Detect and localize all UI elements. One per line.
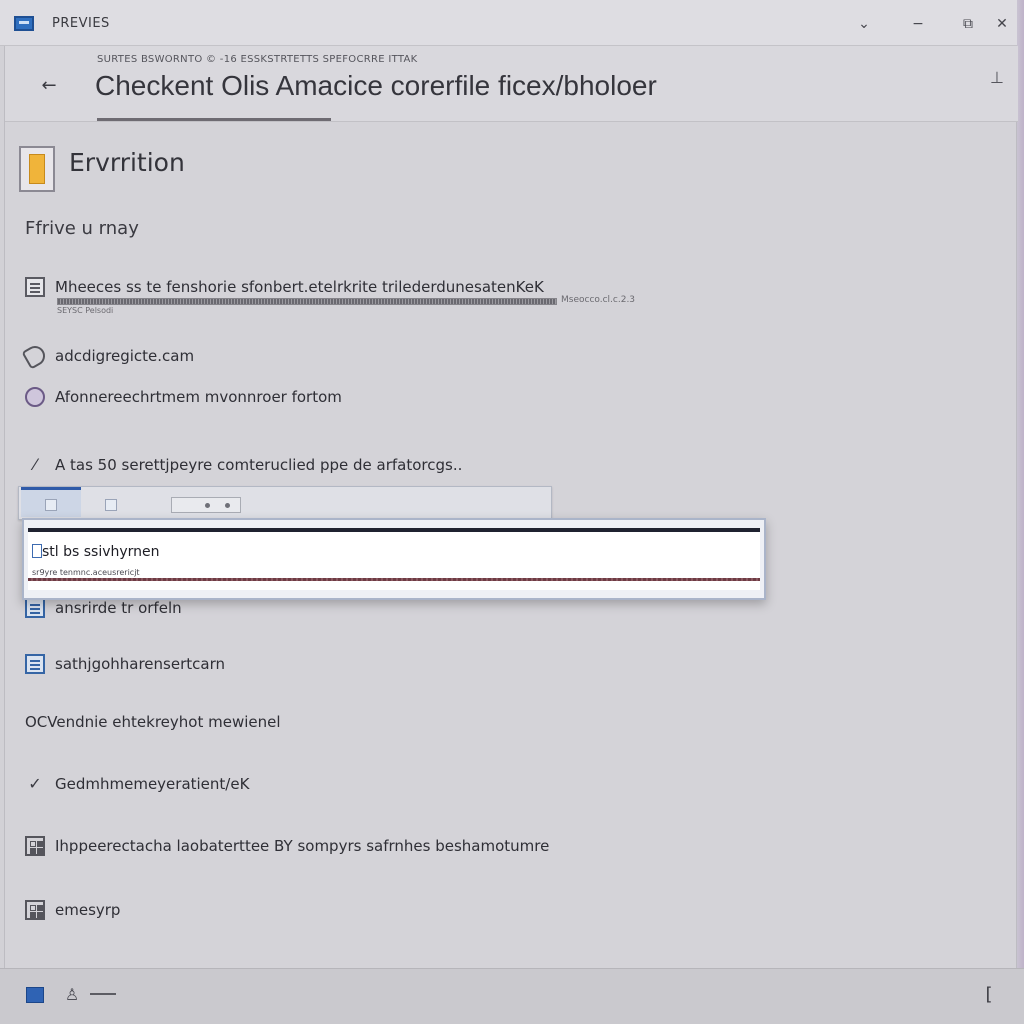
progress-bar (57, 298, 557, 305)
grid-icon (25, 836, 45, 856)
toolbar-square-icon[interactable] (105, 499, 117, 511)
restore-button[interactable]: ⧉ (956, 12, 980, 36)
list-item-email[interactable]: adcdigregicte.cam (21, 342, 195, 370)
list-item-label: Afonnereechrtmem mvonnroer fortom (55, 388, 342, 406)
list-item-label: adcdigregicte.cam (55, 347, 195, 365)
title-bar: PREVIES ⌄ − ⧉ ✕ (0, 0, 1024, 46)
toolbar-square-icon[interactable] (45, 499, 57, 511)
list-item-c[interactable]: OCVendnie ehtekreyhot mewienel (25, 708, 281, 736)
list-item-b[interactable]: sathjgohharensertcarn (25, 650, 225, 678)
list-item-file[interactable]: Mheeces ss te fenshorie sfonbert.etelrkr… (25, 273, 544, 301)
list-item-label: ansrirde tr orfeln (55, 599, 182, 617)
search-input-value: stl bs ssivhyrnen (42, 544, 160, 560)
section-title: Ervrrition (69, 148, 185, 177)
bracket-icon[interactable]: [ (982, 983, 996, 1007)
search-underline (28, 578, 760, 581)
minimize-button[interactable]: − (906, 12, 930, 36)
floating-toolbar (18, 486, 552, 520)
tag-icon (21, 342, 49, 370)
toolbar-dot-icon[interactable] (205, 503, 210, 508)
connector-icon[interactable] (90, 993, 116, 997)
title-underline (97, 118, 331, 121)
toolbar-dot-icon[interactable] (225, 503, 230, 508)
status-bar: ♙ [ (0, 968, 1024, 1024)
circle-icon (25, 387, 45, 407)
section-subhead: Ffrive u rnay (25, 218, 139, 239)
document-icon (25, 598, 45, 618)
search-input[interactable]: stl bs ssivhyrnen sr9yre tenmnc.aceusrer… (28, 528, 760, 590)
list-item-account[interactable]: Afonnereechrtmem mvonnroer fortom (25, 383, 342, 411)
page-header: ← SURTES BSWORNTO © -16 ESSKSTRTETTS SPE… (5, 46, 1018, 122)
progress-size: Mseocco.cl.c.2.3 (561, 295, 636, 305)
dropdown-chevron-icon[interactable]: ⌄ (852, 12, 876, 36)
list-item-label: OCVendnie ehtekreyhot mewienel (25, 713, 281, 731)
pin-icon[interactable]: ⊥ (987, 68, 1007, 90)
list-item-note[interactable]: ⁄ A tas 50 serettjpeyre comteruclied ppe… (25, 451, 463, 479)
back-arrow-icon[interactable]: ← (35, 72, 63, 100)
check-icon: ✓ (28, 774, 42, 793)
progress-meta: SEYSC Pelsodi (57, 306, 114, 315)
page-title: Checkent Olis Amacice corerfile ficex/bh… (95, 70, 657, 101)
check-icon: ⁄ (33, 455, 37, 474)
user-icon[interactable]: ♙ (62, 985, 82, 1005)
list-item-e[interactable]: Ihppeerectacha laobaterttee BY sompyrs s… (25, 832, 549, 860)
grid-icon (25, 900, 45, 920)
list-item-label: Gedmhmemeyeratient/eK (55, 775, 250, 793)
list-item-label: emesyrp (55, 901, 121, 919)
progress-fill (58, 299, 556, 304)
document-icon (25, 654, 45, 674)
close-button[interactable]: ✕ (990, 12, 1014, 36)
window-icon[interactable] (26, 987, 44, 1003)
search-popup: stl bs ssivhyrnen sr9yre tenmnc.aceusrer… (22, 518, 766, 600)
window-edge (1017, 0, 1024, 1024)
list-icon (25, 277, 45, 297)
breadcrumb: SURTES BSWORNTO © -16 ESSKSTRTETTS SPEFO… (97, 54, 418, 65)
list-item-label: Ihppeerectacha laobaterttee BY sompyrs s… (55, 837, 550, 855)
list-item-d[interactable]: ✓ Gedmhmemeyeratient/eK (25, 770, 249, 798)
list-item-label: A tas 50 serettjpeyre comteruclied ppe d… (55, 456, 463, 474)
app-title: PREVIES (52, 16, 110, 31)
search-hint: sr9yre tenmnc.aceusrericjt (32, 568, 140, 577)
grid-icon (32, 544, 42, 558)
folder-icon (19, 146, 55, 192)
list-item-label: Mheeces ss te fenshorie sfonbert.etelrkr… (55, 278, 544, 296)
list-item-f[interactable]: emesyrp (25, 896, 120, 924)
app-logo-icon (14, 16, 34, 31)
list-item-label: sathjgohharensertcarn (55, 655, 225, 673)
